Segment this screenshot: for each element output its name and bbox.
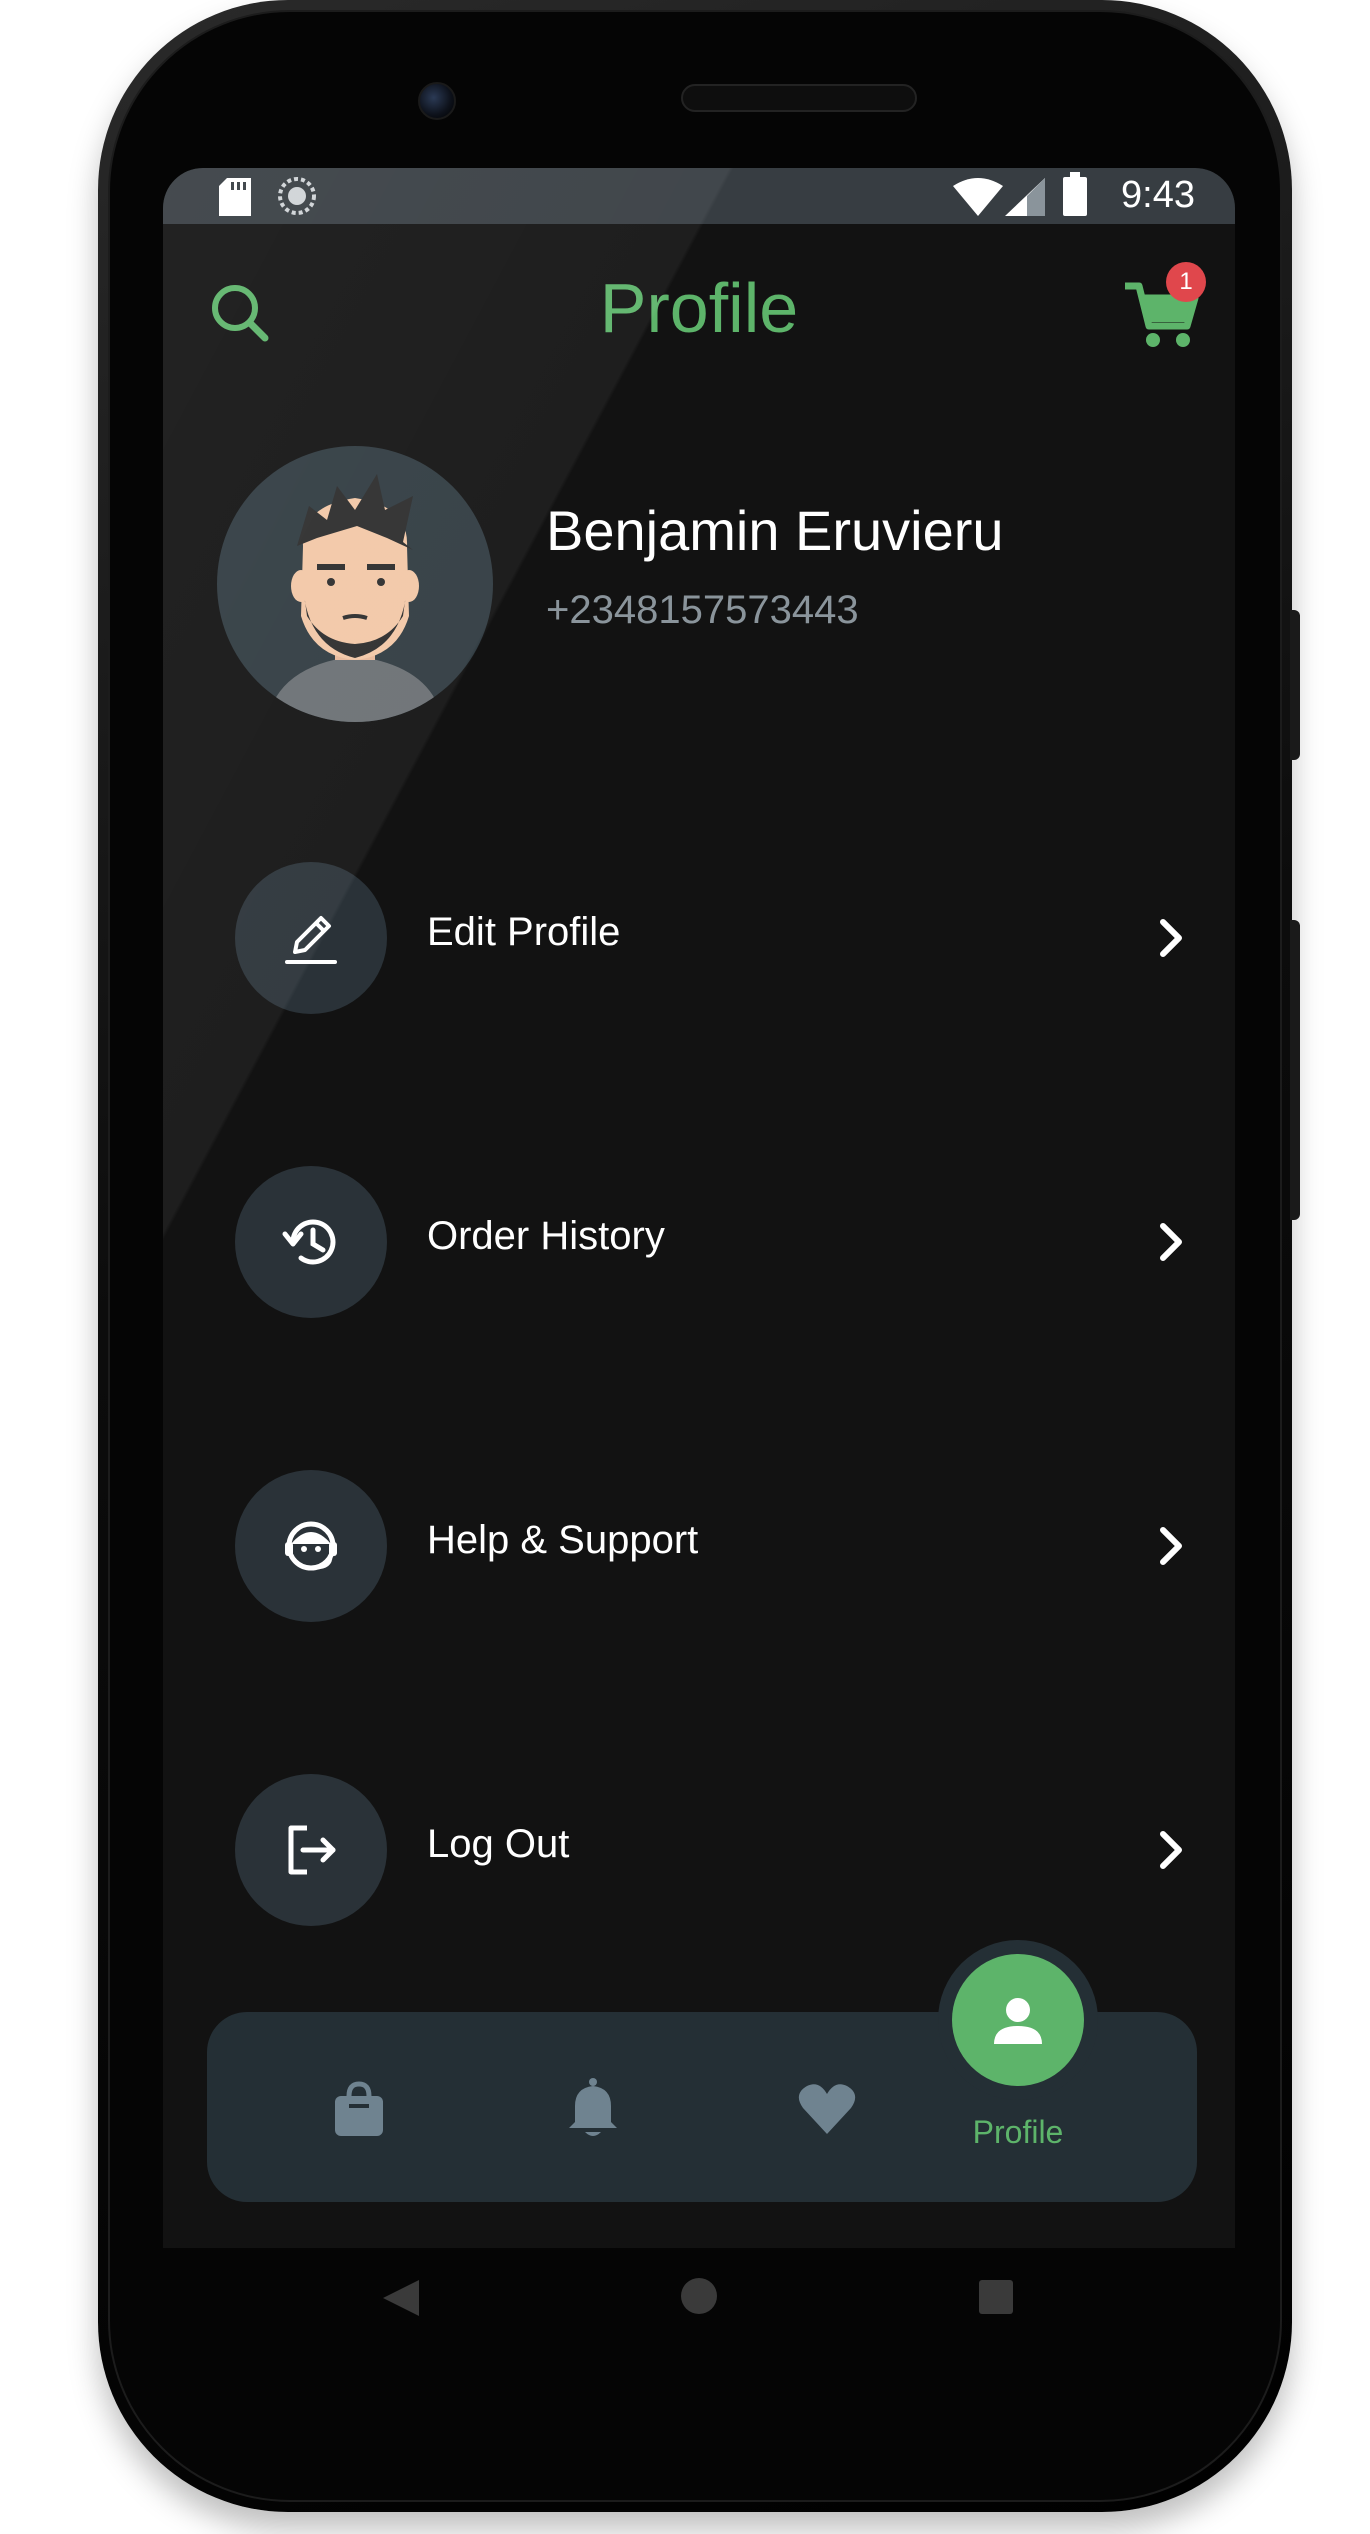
signal-icon [1005, 178, 1045, 216]
menu-item-log-out[interactable]: Log Out [235, 1774, 1195, 1926]
menu-item-edit-profile[interactable]: Edit Profile [235, 862, 1195, 1014]
status-bar: 9:43 [163, 168, 1235, 224]
shopping-bag-icon[interactable] [327, 2076, 391, 2140]
page-title: Profile [599, 269, 799, 347]
history-icon [282, 1219, 336, 1265]
pencil-icon-container [235, 862, 387, 1014]
logout-icon [288, 1825, 336, 1875]
battery-icon [1063, 172, 1087, 216]
cart-count-badge: 1 [1166, 262, 1206, 302]
chevron-right-icon [1160, 1527, 1182, 1565]
recents-icon[interactable] [979, 2280, 1013, 2314]
user-phone: +2348157573443 [546, 588, 859, 632]
home-icon[interactable] [681, 2278, 717, 2314]
bell-icon[interactable] [561, 2076, 625, 2140]
power-button [1290, 920, 1300, 1220]
back-icon[interactable] [383, 2280, 419, 2316]
profile-nav-active-circle [952, 1954, 1084, 2086]
volume-button [1290, 610, 1300, 760]
menu-label: Edit Profile [427, 910, 621, 954]
profile-nav-button[interactable] [938, 1940, 1098, 2100]
chevron-right-icon [1160, 919, 1182, 957]
heart-icon[interactable] [795, 2076, 859, 2140]
sd-card-icon [219, 178, 251, 216]
status-time: 9:43 [1121, 174, 1195, 216]
menu-label: Log Out [427, 1822, 570, 1866]
avatar-illustration [267, 474, 443, 722]
wifi-icon [953, 178, 1003, 216]
menu-item-order-history[interactable]: Order History [235, 1166, 1195, 1318]
front-camera [418, 82, 456, 120]
user-name: Benjamin Eruvieru [546, 499, 1004, 562]
person-icon [994, 1998, 1042, 2044]
support-agent-icon [285, 1521, 337, 1571]
system-nav-bar [163, 2248, 1235, 2368]
pencil-icon [285, 916, 337, 964]
app-screen: 9:43 Profile 1 Benjamin Eruvieru +234815… [163, 168, 1235, 2248]
chevron-right-icon [1160, 1223, 1182, 1261]
menu-label: Order History [427, 1214, 665, 1258]
earpiece-speaker [681, 84, 917, 112]
menu-item-help-support[interactable]: Help & Support [235, 1470, 1195, 1622]
history-icon-container [235, 1166, 387, 1318]
logout-icon-container [235, 1774, 387, 1926]
chevron-right-icon [1160, 1831, 1182, 1869]
nav-profile-label: Profile [972, 2114, 1064, 2150]
menu-label: Help & Support [427, 1518, 699, 1562]
support-icon-container [235, 1470, 387, 1622]
sync-icon [278, 177, 316, 215]
avatar[interactable] [217, 446, 493, 722]
